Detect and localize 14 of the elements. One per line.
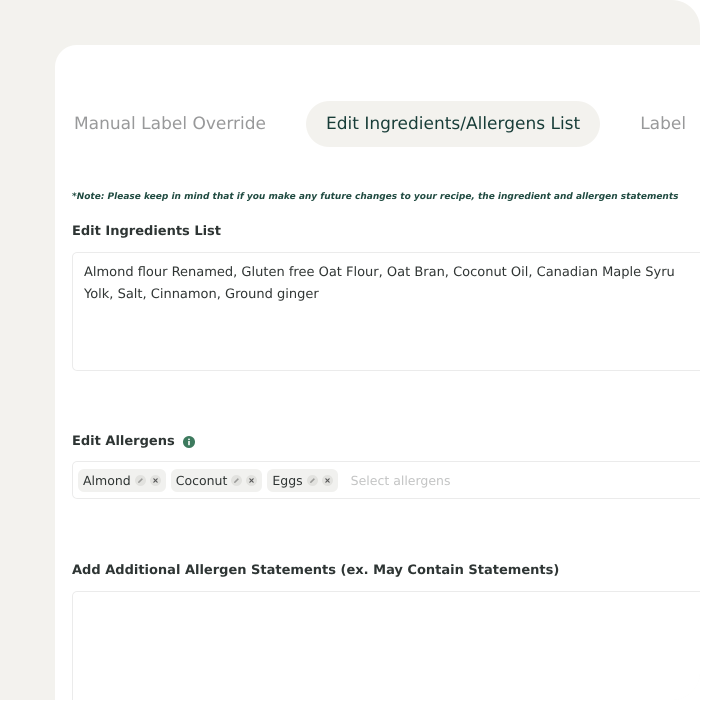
info-icon[interactable] — [182, 436, 195, 448]
allergen-tag[interactable]: Almond — [78, 468, 166, 492]
close-icon[interactable] — [322, 474, 333, 486]
note-text: *Note: Please keep in mind that if you make any future changes to your recipe, the ingredient and allergen statements — [72, 192, 680, 202]
tab[interactable]: Edit Ingredients/Allergens List — [306, 101, 600, 147]
allergens-field[interactable]: Almond Coconut Eggs Select allergens — [72, 461, 700, 499]
ingredients-field[interactable]: Almond flour Renamed, Gluten free Oat Flour, Oat Bran, Coconut Oil, Canadian Maple Syru Yolk, Salt, Cinnamon, Ground ginger — [72, 252, 700, 371]
field-label: Add Additional Allergen Statements (ex. May Contain Statements) — [72, 563, 560, 578]
close-icon[interactable] — [246, 474, 258, 486]
field-label: Edit Ingredients List — [72, 224, 222, 239]
allergen-tag[interactable]: Eggs — [267, 468, 338, 492]
allergen-tag[interactable]: Coconut — [170, 468, 262, 492]
close-icon[interactable] — [150, 474, 161, 486]
field-label: Edit Allergens — [72, 434, 175, 449]
